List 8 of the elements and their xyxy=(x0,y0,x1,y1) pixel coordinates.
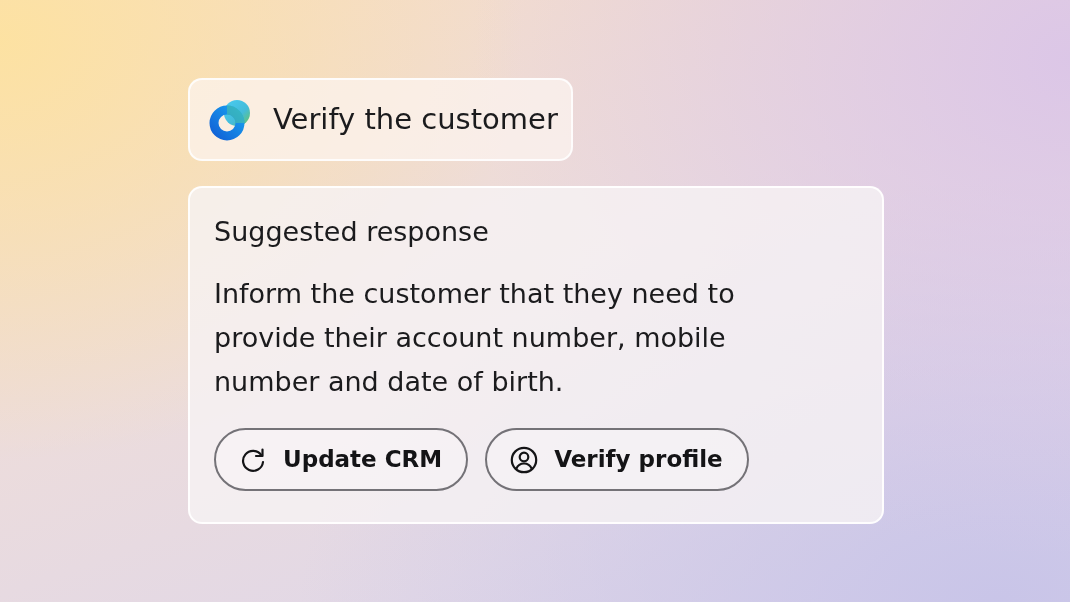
user-circle-icon xyxy=(510,445,539,474)
rings-logo-icon xyxy=(209,98,251,141)
task-title: Verify the customer xyxy=(273,102,558,137)
action-button[interactable]: Verify profile xyxy=(485,428,749,492)
card-title: Suggested response xyxy=(214,216,489,249)
suggestion-text: Inform the customer that they need to provide their account number, mobile number and date of birth. xyxy=(214,277,736,400)
refresh-icon xyxy=(239,445,267,474)
action-button[interactable]: Update CRM xyxy=(214,428,469,492)
